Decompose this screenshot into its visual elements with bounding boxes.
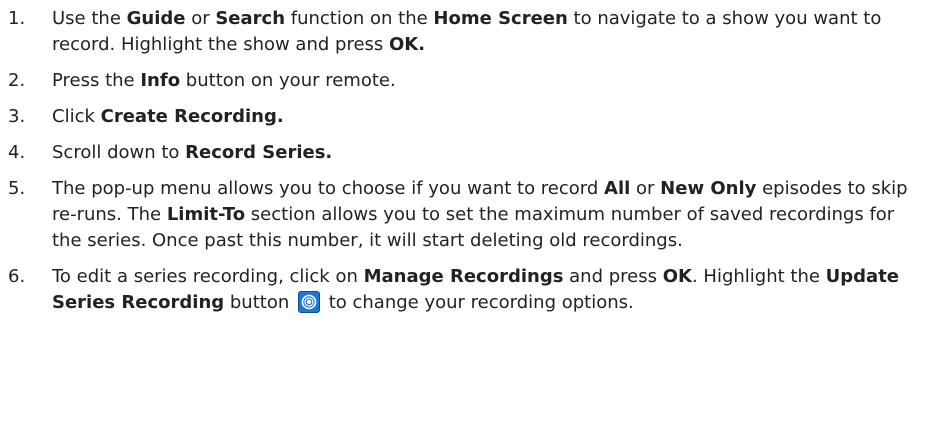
bold-term: Info — [140, 70, 181, 91]
step-number: 2. — [8, 70, 26, 91]
text-run: to change your recording options. — [322, 292, 634, 313]
text-run: or — [185, 8, 216, 29]
text-run: Press the — [52, 70, 141, 91]
step-item: 2. Press the Info button on your remote. — [0, 68, 941, 94]
step-item: 5. The pop-up menu allows you to choose i… — [0, 176, 941, 254]
bold-term: Create Recording. — [100, 106, 284, 127]
bold-term: OK. — [389, 34, 426, 55]
text-run: . Highlight the — [691, 266, 826, 287]
bold-term: OK — [662, 266, 692, 287]
text-run: Use the — [52, 8, 127, 29]
step-text: Scroll down to Record Series. — [52, 140, 941, 166]
bold-term: Record Series. — [185, 142, 333, 163]
step-number: 6. — [8, 266, 26, 287]
step-number: 3. — [8, 106, 26, 127]
step-item: 1. Use the Guide or Search function on th… — [0, 6, 941, 58]
text-run: Click — [52, 106, 101, 127]
bold-term: Search — [215, 8, 286, 29]
step-text: Use the Guide or Search function on the … — [52, 6, 941, 58]
step-number: 1. — [8, 8, 26, 29]
bold-term: Manage Recordings — [363, 266, 564, 287]
text-run: or — [630, 178, 661, 199]
bold-term: Guide — [126, 8, 186, 29]
text-run: To edit a series recording, click on — [52, 266, 364, 287]
text-run: Scroll down to — [52, 142, 186, 163]
step-text: To edit a series recording, click on Man… — [52, 264, 941, 316]
step-item: 6. To edit a series recording, click on M… — [0, 264, 941, 316]
step-item: 4. Scroll down to Record Series. — [0, 140, 941, 166]
text-run: function on the — [285, 8, 434, 29]
text-run: button on your remote. — [180, 70, 396, 91]
instruction-list: 1. Use the Guide or Search function on th… — [0, 0, 941, 316]
bold-term: Home Screen — [433, 8, 568, 29]
text-run: and press — [563, 266, 663, 287]
bold-term: Limit-To — [166, 204, 246, 225]
step-text: The pop-up menu allows you to choose if … — [52, 176, 941, 254]
bold-term: New Only — [660, 178, 757, 199]
step-number: 4. — [8, 142, 26, 163]
text-run: button — [224, 292, 295, 313]
step-number: 5. — [8, 178, 26, 199]
record-series-icon — [297, 291, 320, 313]
step-item: 3. Click Create Recording. — [0, 104, 941, 130]
text-run: The pop-up menu allows you to choose if … — [52, 178, 605, 199]
step-text: Click Create Recording. — [52, 104, 941, 130]
bold-term: All — [604, 178, 631, 199]
step-text: Press the Info button on your remote. — [52, 68, 941, 94]
